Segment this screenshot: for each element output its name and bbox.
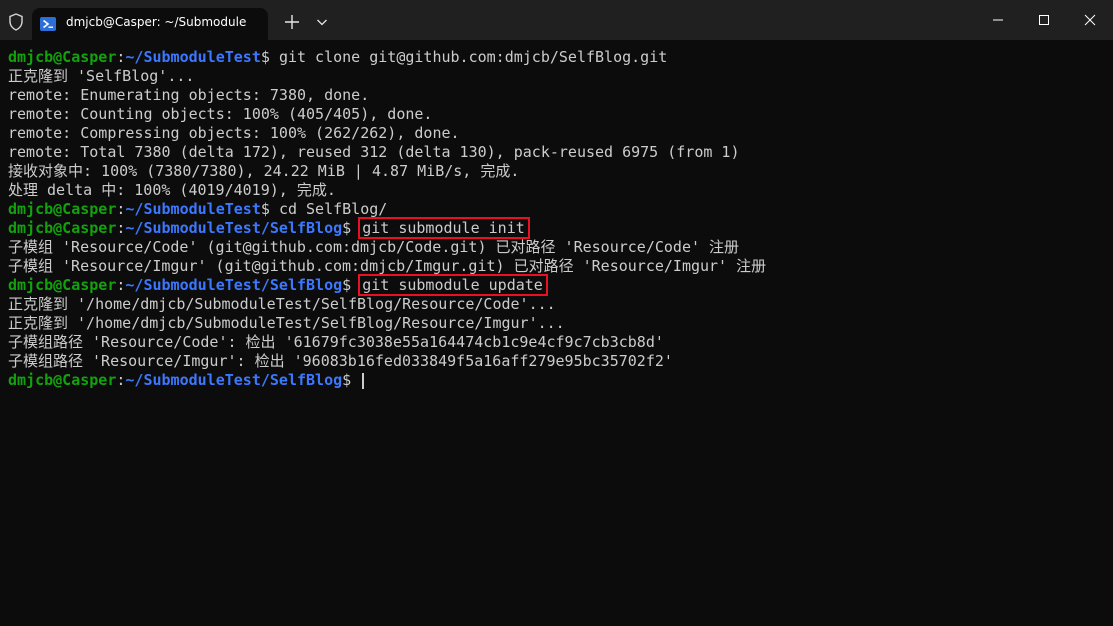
prompt-path: ~/SubmoduleTest [125, 200, 261, 218]
command-text: git clone git@github.com:dmjcb/SelfBlog.… [278, 48, 668, 66]
prompt-dollar: $ [342, 276, 361, 294]
prompt-dollar: $ [260, 200, 279, 218]
output-line: 子模组路径 'Resource/Imgur': 检出 '96083b16fed0… [8, 352, 673, 370]
shield-icon[interactable] [6, 12, 26, 32]
prompt-dollar: $ [342, 371, 361, 389]
title-bar: dmjcb@Casper: ~/Submodule [0, 0, 1113, 40]
output-line: 正克隆到 'SelfBlog'... [8, 67, 195, 85]
prompt-user: dmjcb@Casper [8, 48, 117, 66]
output-line: 正克隆到 '/home/dmjcb/SubmoduleTest/SelfBlog… [8, 314, 565, 332]
prompt-path: ~/SubmoduleTest/SelfBlog [125, 219, 343, 237]
terminal-window: dmjcb@Casper: ~/Submodule dmjcb@Casper:~… [0, 0, 1113, 626]
prompt-user: dmjcb@Casper [8, 276, 117, 294]
prompt-line: dmjcb@Casper:~/SubmoduleTest/SelfBlog$ g… [8, 217, 1108, 239]
output-line: remote: Enumerating objects: 7380, done. [8, 86, 370, 104]
close-button[interactable] [1067, 0, 1113, 40]
prompt-line: dmjcb@Casper:~/SubmoduleTest$ git clone … [8, 48, 1108, 67]
minimize-icon [993, 19, 1003, 21]
output-line: 正克隆到 '/home/dmjcb/SubmoduleTest/SelfBlog… [8, 295, 556, 313]
prompt-dollar: $ [260, 48, 279, 66]
output-line: 子模组 'Resource/Imgur' (git@github.com:dmj… [8, 257, 767, 275]
maximize-icon [1039, 15, 1049, 25]
prompt-path: ~/SubmoduleTest [125, 48, 261, 66]
text-cursor [362, 372, 365, 389]
prompt-user: dmjcb@Casper [8, 200, 117, 218]
prompt-line: dmjcb@Casper:~/SubmoduleTest/SelfBlog$ g… [8, 274, 1108, 296]
close-icon [1084, 14, 1096, 26]
terminal-output[interactable]: dmjcb@Casper:~/SubmoduleTest$ git clone … [8, 48, 1108, 618]
output-line: 处理 delta 中: 100% (4019/4019), 完成. [8, 181, 336, 199]
output-line: remote: Total 7380 (delta 172), reused 3… [8, 143, 740, 161]
highlighted-command: git submodule init [358, 217, 530, 239]
output-line: 接收对象中: 100% (7380/7380), 24.22 MiB | 4.8… [8, 162, 520, 180]
highlighted-command: git submodule update [358, 274, 548, 296]
output-line: remote: Counting objects: 100% (405/405)… [8, 105, 433, 123]
command-text: cd SelfBlog/ [278, 200, 388, 218]
chevron-down-icon[interactable] [314, 14, 330, 30]
prompt-path: ~/SubmoduleTest/SelfBlog [125, 276, 343, 294]
prompt-line: dmjcb@Casper:~/SubmoduleTest$ cd SelfBlo… [8, 200, 1108, 219]
maximize-button[interactable] [1021, 0, 1067, 40]
tab-terminal[interactable]: dmjcb@Casper: ~/Submodule [32, 8, 268, 40]
output-line: 子模组路径 'Resource/Code': 检出 '61679fc3038e5… [8, 333, 664, 351]
prompt-user: dmjcb@Casper [8, 219, 117, 237]
powershell-icon [40, 16, 56, 32]
prompt-user: dmjcb@Casper [8, 371, 117, 389]
prompt-dollar: $ [342, 219, 361, 237]
minimize-button[interactable] [975, 0, 1021, 40]
prompt-path: ~/SubmoduleTest/SelfBlog [125, 371, 343, 389]
tab-title: dmjcb@Casper: ~/Submodule [66, 15, 247, 29]
plus-icon[interactable] [282, 12, 302, 32]
prompt-line: dmjcb@Casper:~/SubmoduleTest/SelfBlog$ [8, 371, 1108, 390]
output-line: remote: Compressing objects: 100% (262/2… [8, 124, 460, 142]
output-line: 子模组 'Resource/Code' (git@github.com:dmjc… [8, 238, 740, 256]
